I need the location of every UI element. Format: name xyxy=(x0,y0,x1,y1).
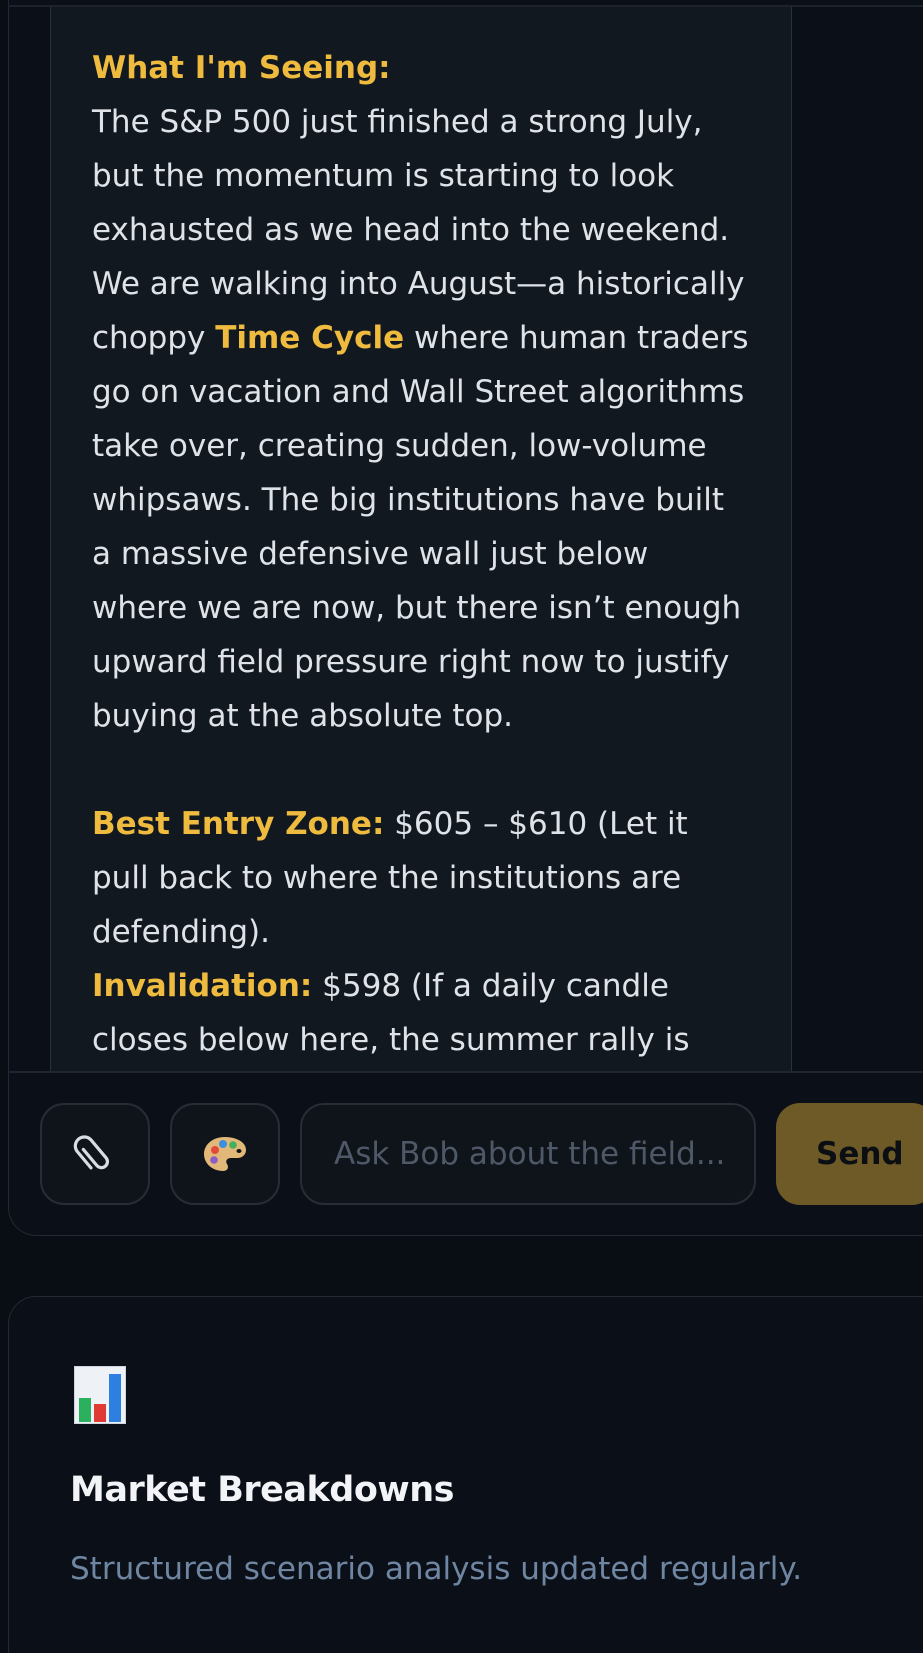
entry-zone-label: Best Entry Zone: xyxy=(92,806,385,842)
chat-input[interactable] xyxy=(300,1103,756,1205)
seeing-heading: What I'm Seeing: xyxy=(92,50,391,86)
chat-message-area: What I'm Seeing: The S&P 500 just finish… xyxy=(0,0,923,1071)
bar-chart-icon xyxy=(73,1365,127,1425)
feature-subtitle: Structured scenario analysis updated reg… xyxy=(70,1551,803,1587)
invalidation-line: Invalidation: $598 (If a daily candle cl… xyxy=(92,959,752,1071)
artist-palette-icon xyxy=(204,1137,246,1171)
invalidation-label: Invalidation: xyxy=(92,968,313,1004)
bot-message-text: What I'm Seeing: The S&P 500 just finish… xyxy=(92,41,752,1071)
time-cycle-highlight: Time Cycle xyxy=(215,320,405,356)
entry-zone-line: Best Entry Zone: $605 – $610 (Let it pul… xyxy=(92,797,752,959)
paperclip-icon xyxy=(73,1135,110,1170)
palette-button[interactable] xyxy=(170,1103,280,1205)
feature-title: Market Breakdowns xyxy=(70,1470,454,1510)
attach-button[interactable] xyxy=(40,1103,150,1205)
seeing-paragraph: The S&P 500 just finished a strong July,… xyxy=(92,104,749,734)
send-button[interactable]: Send xyxy=(776,1103,923,1205)
chat-input-bar: Send xyxy=(0,1073,923,1233)
